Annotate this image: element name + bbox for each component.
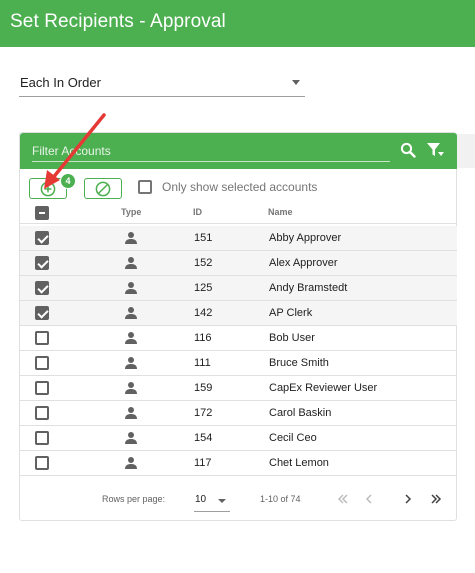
previous-page-icon[interactable] xyxy=(360,490,378,508)
select-all-checkbox[interactable] xyxy=(35,206,49,220)
app-header: Set Recipients - Approval xyxy=(0,0,475,47)
table-header: Type ID Name xyxy=(20,201,457,224)
row-id: 152 xyxy=(194,257,213,269)
selected-count-badge: 4 xyxy=(60,173,76,189)
row-name: AP Clerk xyxy=(269,307,313,319)
rows-per-page-value: 10 xyxy=(195,494,207,505)
row-checkbox[interactable] xyxy=(35,456,49,470)
person-icon xyxy=(124,381,138,395)
person-icon xyxy=(124,256,138,270)
row-name: Chet Lemon xyxy=(269,457,329,469)
only-selected-toggle[interactable]: Only show selected accounts xyxy=(138,179,317,195)
column-header-id[interactable]: ID xyxy=(193,207,202,217)
rows-per-page-label: Rows per page: xyxy=(102,494,166,504)
only-selected-checkbox[interactable] xyxy=(138,180,152,194)
row-name: Alex Approver xyxy=(269,257,338,269)
row-name: Bob User xyxy=(269,332,315,344)
table-row[interactable]: 154 Cecil Ceo xyxy=(20,426,457,451)
recipient-order-select[interactable]: Each In Order xyxy=(19,68,305,97)
person-icon xyxy=(124,306,138,320)
filter-accounts-input[interactable] xyxy=(32,140,390,162)
row-id: 125 xyxy=(194,282,213,294)
selection-toolbar: 4 Only show selected accounts xyxy=(20,169,457,201)
page-range: 1-10 of 74 xyxy=(260,494,301,504)
table-row[interactable]: 159 CapEx Reviewer User xyxy=(20,376,457,401)
row-id: 116 xyxy=(194,332,212,344)
row-id: 111 xyxy=(194,357,211,369)
clear-selection-button[interactable] xyxy=(84,178,122,199)
person-icon xyxy=(124,431,138,445)
person-icon xyxy=(124,231,138,245)
row-checkbox[interactable] xyxy=(35,256,49,270)
order-select-value: Each In Order xyxy=(20,75,101,90)
row-name: Abby Approver xyxy=(269,232,342,244)
row-checkbox[interactable] xyxy=(35,356,49,370)
table-row[interactable]: 116 Bob User xyxy=(20,326,457,351)
table-row[interactable]: 172 Carol Baskin xyxy=(20,401,457,426)
block-icon xyxy=(95,181,111,196)
person-icon xyxy=(124,456,138,470)
table-row[interactable]: 151 Abby Approver xyxy=(20,226,457,251)
column-header-type[interactable]: Type xyxy=(121,207,141,217)
row-checkbox[interactable] xyxy=(35,381,49,395)
row-checkbox[interactable] xyxy=(35,406,49,420)
search-icon[interactable] xyxy=(399,141,417,159)
accounts-table-body: 151 Abby Approver 152 Alex Approver 125 Andy … xyxy=(20,226,457,476)
panel-edge xyxy=(457,134,475,168)
row-checkbox[interactable] xyxy=(35,431,49,445)
table-row[interactable]: 111 Bruce Smith xyxy=(20,351,457,376)
next-page-icon[interactable] xyxy=(399,490,417,508)
row-checkbox[interactable] xyxy=(35,331,49,345)
table-row[interactable]: 125 Andy Bramstedt xyxy=(20,276,457,301)
pagination-bar: Rows per page: 10 1-10 of 74 xyxy=(20,483,457,517)
rows-per-page-select[interactable]: 10 xyxy=(194,488,230,512)
row-id: 154 xyxy=(194,432,213,444)
filter-funnel-icon[interactable] xyxy=(425,140,445,160)
row-name: CapEx Reviewer User xyxy=(269,382,378,394)
column-header-name[interactable]: Name xyxy=(268,207,293,217)
filter-bar xyxy=(20,133,457,169)
table-row[interactable]: 142 AP Clerk xyxy=(20,301,457,326)
row-id: 142 xyxy=(194,307,213,319)
row-id: 151 xyxy=(194,232,213,244)
accounts-panel: 4 Only show selected accounts Type ID Na… xyxy=(19,132,457,521)
row-id: 159 xyxy=(194,382,213,394)
person-icon xyxy=(124,356,138,370)
caret-down-icon xyxy=(218,499,226,503)
person-icon xyxy=(124,406,138,420)
row-checkbox[interactable] xyxy=(35,231,49,245)
row-checkbox[interactable] xyxy=(35,306,49,320)
row-name: Bruce Smith xyxy=(269,357,329,369)
row-id: 117 xyxy=(194,457,212,469)
row-id: 172 xyxy=(194,407,213,419)
only-selected-label: Only show selected accounts xyxy=(162,180,318,194)
add-circle-icon xyxy=(40,181,56,196)
table-row[interactable]: 152 Alex Approver xyxy=(20,251,457,276)
caret-down-icon xyxy=(292,80,300,85)
person-icon xyxy=(124,281,138,295)
row-name: Andy Bramstedt xyxy=(269,282,348,294)
last-page-icon[interactable] xyxy=(427,490,445,508)
row-checkbox[interactable] xyxy=(35,281,49,295)
first-page-icon[interactable] xyxy=(334,490,352,508)
row-name: Cecil Ceo xyxy=(269,432,317,444)
table-row[interactable]: 117 Chet Lemon xyxy=(20,451,457,476)
row-name: Carol Baskin xyxy=(269,407,332,419)
page-title: Set Recipients - Approval xyxy=(10,11,226,32)
person-icon xyxy=(124,331,138,345)
